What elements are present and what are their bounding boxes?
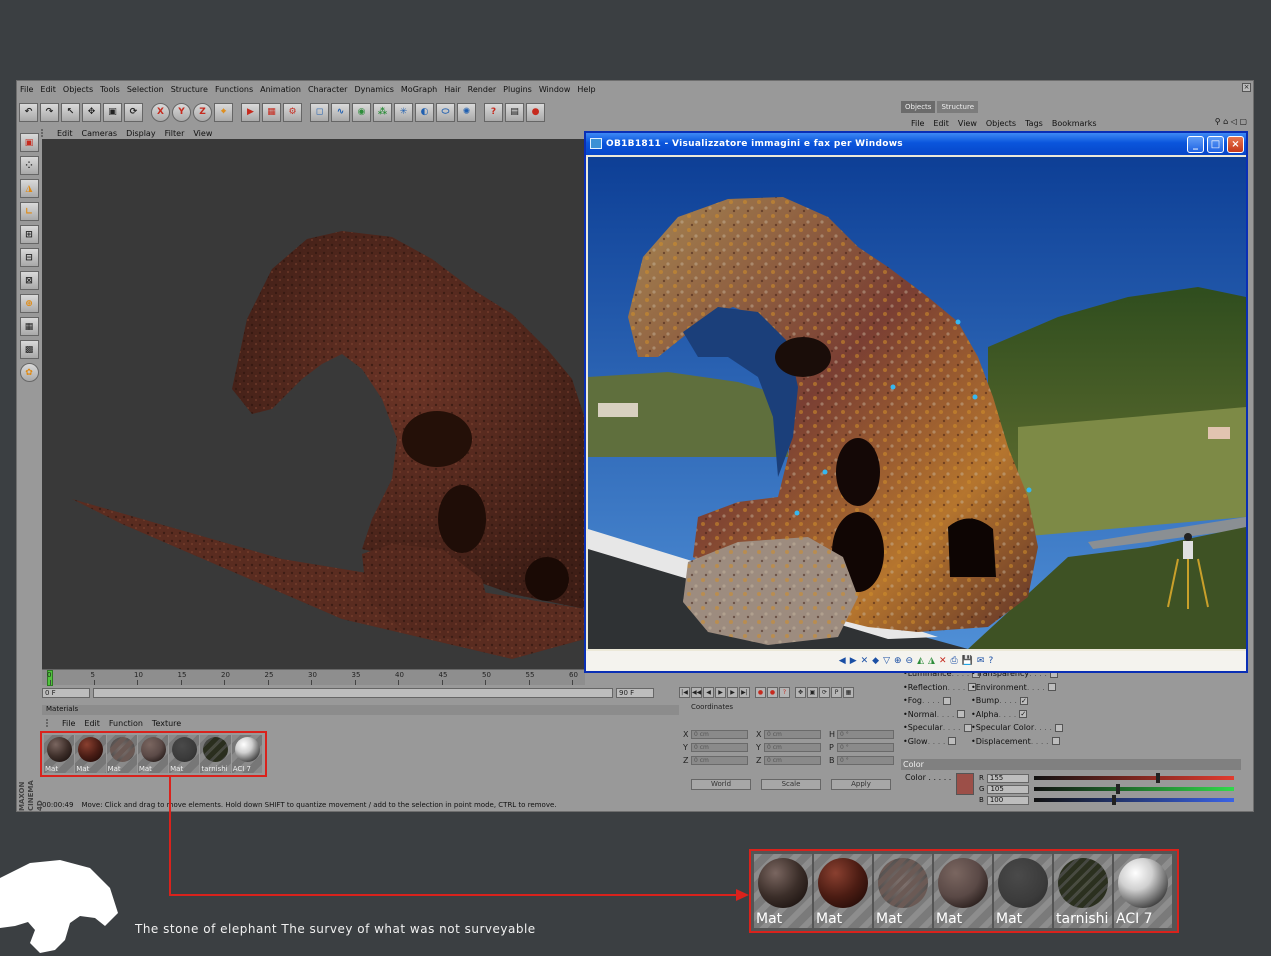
material-name: Mat: [756, 911, 783, 927]
material-name: Mat: [996, 911, 1023, 927]
material-preview-ball: [758, 858, 808, 908]
material-name: Mat: [936, 911, 963, 927]
material-name: tarnishi: [1056, 911, 1109, 927]
elephant-rock-logo: [0, 860, 118, 953]
material-preview-ball: [1058, 858, 1108, 908]
material-swatch[interactable]: Mat: [934, 854, 992, 928]
materials-callout-strip: Mat Mat Mat Mat Mat tarnishi ACI 7: [749, 849, 1179, 933]
material-swatch[interactable]: Mat: [814, 854, 872, 928]
callout-arrow: [169, 777, 749, 901]
material-name: Mat: [876, 911, 903, 927]
material-swatch[interactable]: Mat: [874, 854, 932, 928]
material-swatch[interactable]: ACI 7: [1114, 854, 1172, 928]
material-name: ACI 7: [1116, 911, 1153, 927]
material-preview-ball: [938, 858, 988, 908]
material-preview-ball: [878, 858, 928, 908]
material-swatch[interactable]: Mat: [994, 854, 1052, 928]
material-preview-ball: [998, 858, 1048, 908]
material-name: Mat: [816, 911, 843, 927]
material-swatch[interactable]: Mat: [754, 854, 812, 928]
caption-text: The stone of elephant The survey of what…: [135, 922, 536, 936]
material-preview-ball: [818, 858, 868, 908]
material-swatch[interactable]: tarnishi: [1054, 854, 1112, 928]
material-preview-ball: [1118, 858, 1168, 908]
